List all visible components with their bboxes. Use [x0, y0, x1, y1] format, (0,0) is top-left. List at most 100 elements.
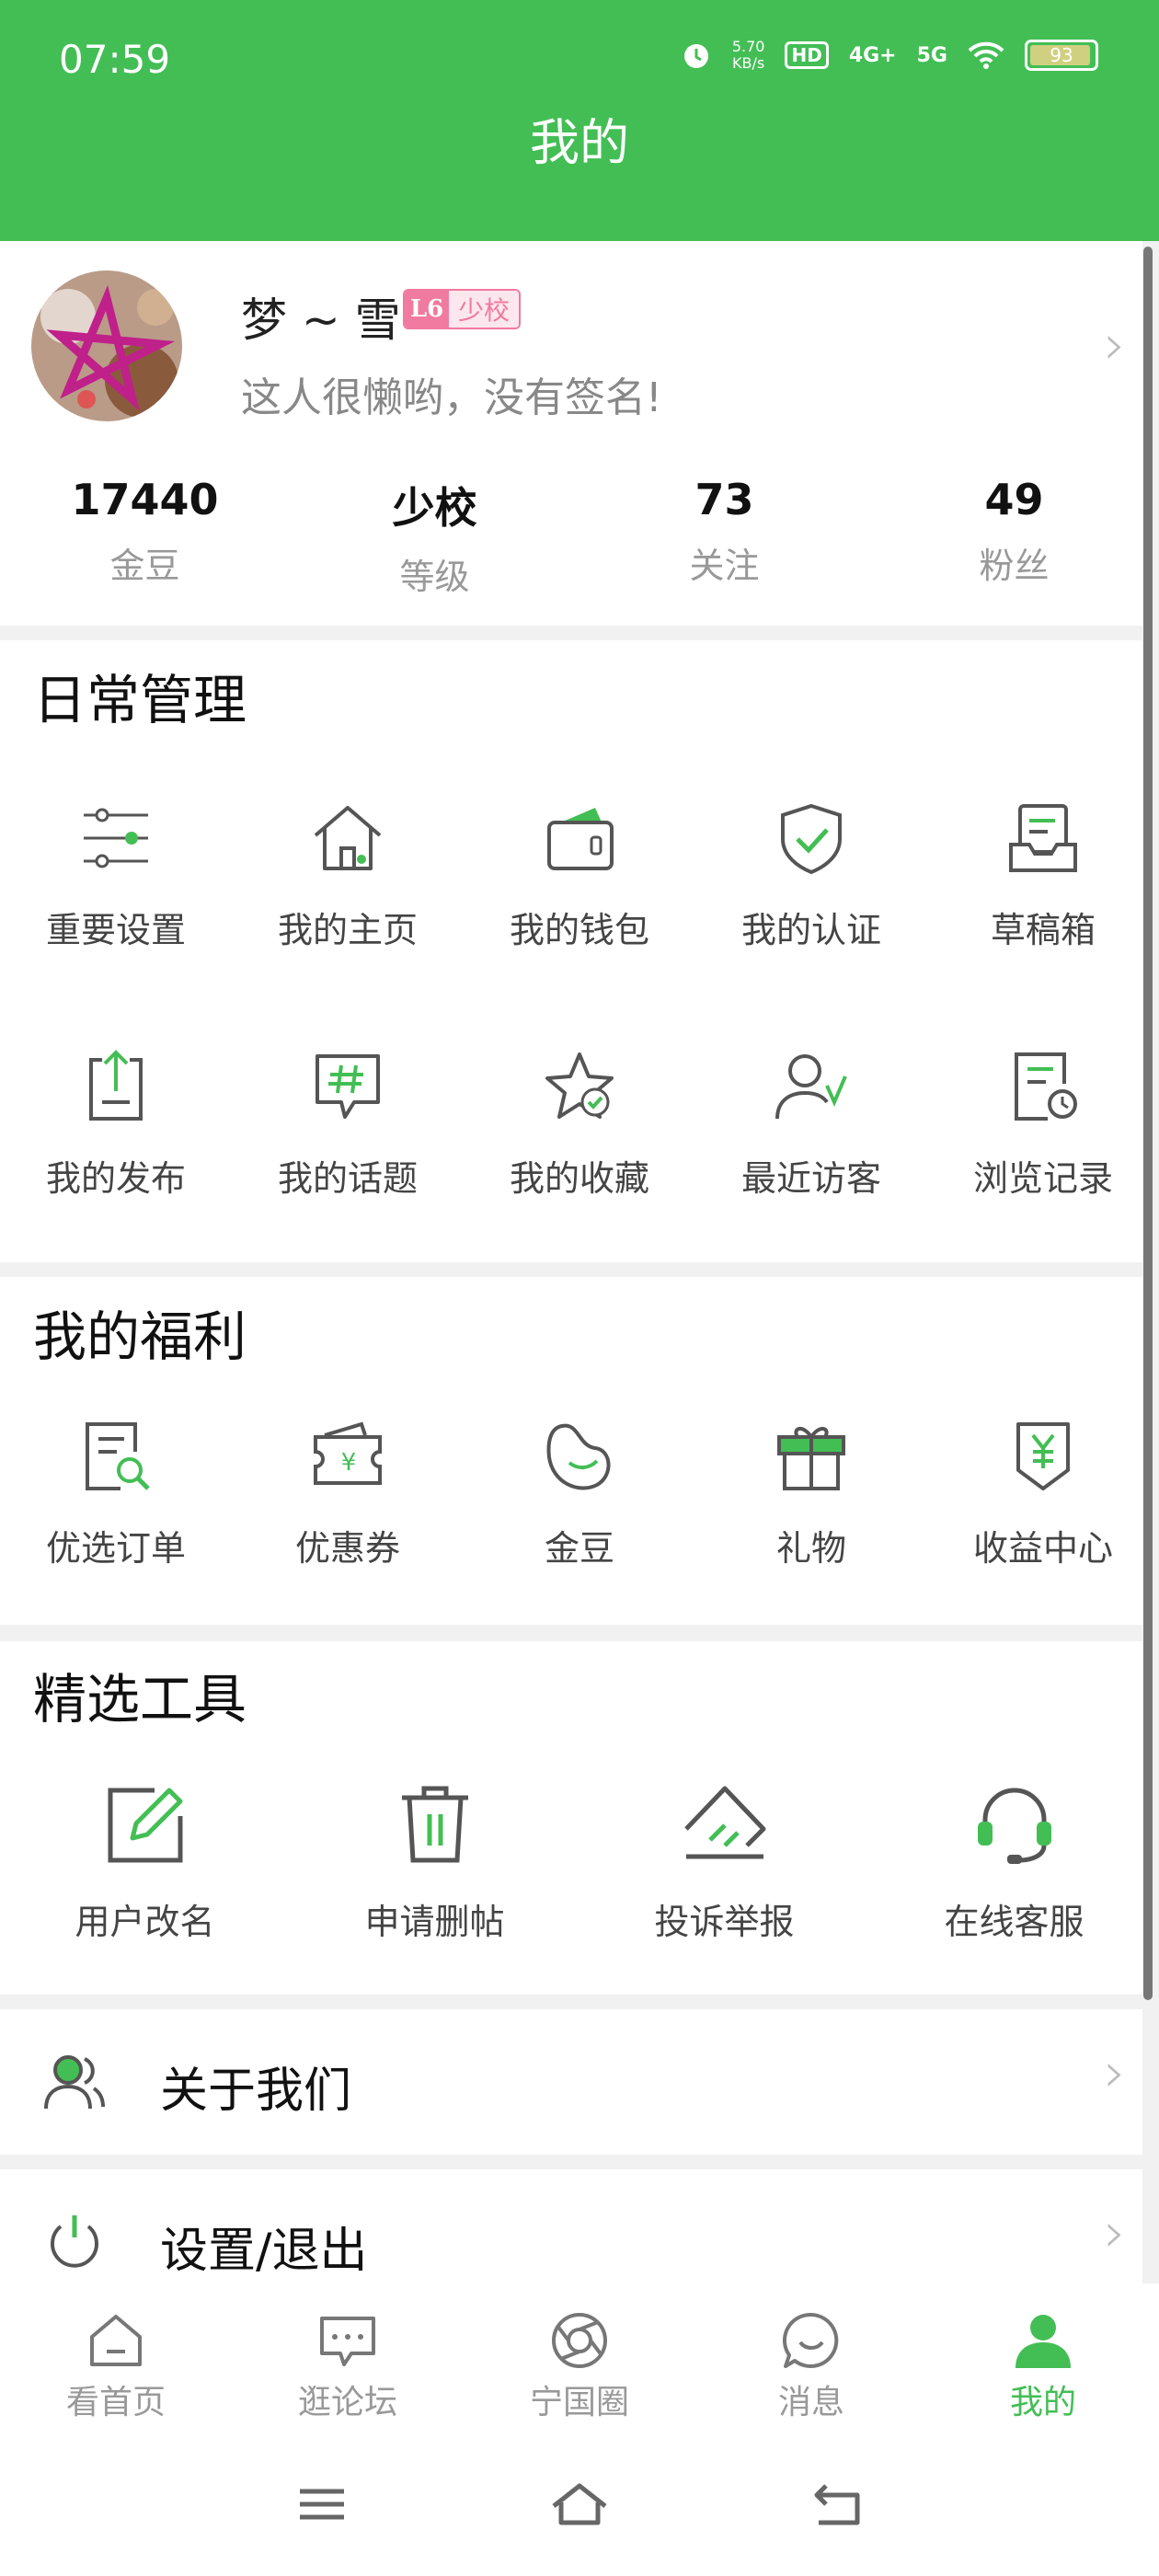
stat-value: 73: [694, 475, 754, 524]
item-label: 最近访客: [740, 1158, 881, 1199]
net-4g: 4G+: [848, 43, 897, 67]
sliders-icon: [84, 808, 148, 868]
item-label: 优选订单: [45, 1528, 186, 1569]
coupon-icon: ¥: [314, 1421, 382, 1485]
tool-rename[interactable]: 用户改名: [0, 1779, 290, 1944]
tab-label: 消息: [777, 2384, 844, 2421]
net-speed: 5.70 KB/s: [732, 39, 765, 72]
tab-mine[interactable]: 我的: [927, 2283, 1159, 2451]
level-label: L6: [405, 291, 449, 328]
tab-home[interactable]: 看首页: [0, 2283, 232, 2451]
home-tab-icon: [90, 2315, 142, 2366]
page-title: 我的: [530, 113, 629, 172]
tool-support[interactable]: 在线客服: [869, 1779, 1159, 1944]
stat-level[interactable]: 少校 等级: [290, 471, 580, 599]
message-icon: [782, 2312, 839, 2368]
item-label: 重要设置: [45, 910, 186, 950]
tools-title: 精选工具: [33, 1668, 247, 1731]
item-label: 投诉举报: [654, 1902, 795, 1942]
gift-icon: [777, 1427, 845, 1490]
tool-report[interactable]: 投诉举报: [580, 1779, 869, 1944]
level-badge: L6 少校: [403, 289, 522, 329]
bean-icon: [546, 1423, 611, 1490]
item-topics[interactable]: 我的话题: [232, 1045, 464, 1201]
person-icon: [1016, 2315, 1071, 2368]
about-row[interactable]: 关于我们 ›: [0, 2009, 1142, 2155]
wifi-icon: [968, 41, 1004, 69]
stat-value: 49: [984, 475, 1044, 524]
item-history[interactable]: 浏览记录: [927, 1045, 1159, 1201]
app-header: 07:59 5.70 KB/s HD 4G+ 5G 93 我的: [0, 0, 1159, 241]
tools-grid: 用户改名 申请删帖 投诉举报 在线客服: [0, 1779, 1159, 1944]
wallet-icon: [547, 808, 614, 870]
upload-doc-icon: [89, 1050, 143, 1121]
item-label: 我的主页: [277, 910, 418, 950]
welfare-grid: 优选订单 ¥ 优惠券 金豆 礼物 收益中心: [0, 1415, 1159, 1570]
back-icon[interactable]: [809, 2478, 865, 2530]
item-homepage[interactable]: 我的主页: [232, 797, 464, 952]
item-label: 在线客服: [944, 1902, 1084, 1942]
stat-value: 17440: [71, 475, 219, 524]
alarm-icon: [683, 44, 708, 68]
item-settings[interactable]: 重要设置: [0, 797, 232, 952]
yen-icon: [1016, 1422, 1070, 1490]
tab-messages[interactable]: 消息: [695, 2283, 927, 2451]
scroll-content[interactable]: 梦 ~ 雪 L6 少校 这人很懒哟，没有签名! › 17440 金豆 少校 等级 7…: [0, 241, 1159, 2283]
profile-card[interactable]: 梦 ~ 雪 L6 少校 这人很懒哟，没有签名! › 17440 金豆 少校 等级 7…: [0, 241, 1142, 626]
item-visitors[interactable]: 最近访客: [695, 1045, 927, 1201]
chat-dots-icon: [320, 2317, 375, 2366]
stat-fans[interactable]: 49 粉丝: [869, 471, 1159, 599]
user-check-icon: [775, 1054, 847, 1120]
item-orders[interactable]: 优选订单: [0, 1415, 232, 1570]
item-label: 礼物: [775, 1528, 846, 1569]
scrollbar[interactable]: [1143, 247, 1153, 2000]
item-beans[interactable]: 金豆: [464, 1415, 695, 1570]
menu-icon[interactable]: [296, 2478, 348, 2530]
item-coupons[interactable]: ¥ 优惠券: [232, 1415, 464, 1570]
inbox-icon: [1009, 804, 1077, 872]
item-favorites[interactable]: 我的收藏: [464, 1045, 695, 1201]
item-label: 我的认证: [740, 910, 881, 950]
item-label: 优惠券: [294, 1528, 400, 1569]
row-label: 关于我们: [160, 2064, 352, 2119]
avatar[interactable]: [31, 270, 182, 421]
item-earnings[interactable]: 收益中心: [927, 1415, 1159, 1570]
shield-check-icon: [781, 803, 842, 875]
item-label: 申请删帖: [364, 1902, 505, 1942]
net-5g: 5G: [916, 43, 947, 67]
tab-circle[interactable]: 宁国圈: [464, 2283, 695, 2451]
stat-label: 粉丝: [979, 546, 1050, 586]
settings-logout-row[interactable]: 设置/退出 ›: [0, 2169, 1142, 2283]
aperture-icon: [552, 2313, 607, 2368]
tab-forum[interactable]: 逛论坛: [232, 2283, 464, 2451]
item-label: 我的话题: [277, 1158, 418, 1199]
row-label: 设置/退出: [160, 2224, 368, 2279]
chevron-right-icon: ›: [1104, 2041, 1126, 2105]
stat-following[interactable]: 73 关注: [580, 471, 869, 599]
user-name: 梦 ~ 雪: [241, 293, 401, 347]
report-icon: [683, 1786, 765, 1859]
stat-label: 等级: [399, 557, 470, 597]
tool-delete-post[interactable]: 申请删帖: [290, 1779, 580, 1944]
bottom-tab-bar: 看首页 逛论坛 宁国圈 消息 我的: [0, 2283, 1159, 2451]
home-icon: [314, 806, 382, 870]
item-verify[interactable]: 我的认证: [695, 797, 927, 952]
item-label: 金豆: [544, 1528, 614, 1569]
tools-section: 精选工具 用户改名 申请删帖 投诉举报 在线客服: [0, 1641, 1142, 1995]
home-nav-icon[interactable]: [550, 2478, 609, 2530]
chevron-right-icon: ›: [1104, 2201, 1126, 2265]
daily-title: 日常管理: [33, 669, 247, 731]
daily-grid-row1: 重要设置 我的主页 我的钱包 我的认证 草稿箱: [0, 797, 1159, 952]
item-gifts[interactable]: 礼物: [695, 1415, 927, 1570]
trash-icon: [401, 1786, 468, 1863]
users-icon: [44, 2055, 105, 2110]
item-drafts[interactable]: 草稿箱: [927, 797, 1159, 952]
status-time: 07:59: [59, 37, 171, 82]
item-label: 浏览记录: [972, 1158, 1113, 1199]
headset-icon: [977, 1788, 1051, 1864]
hd-badge: HD: [785, 41, 829, 69]
item-posts[interactable]: 我的发布: [0, 1045, 232, 1201]
tab-label: 看首页: [65, 2384, 166, 2421]
item-wallet[interactable]: 我的钱包: [464, 797, 695, 952]
stat-beans[interactable]: 17440 金豆: [0, 471, 290, 599]
